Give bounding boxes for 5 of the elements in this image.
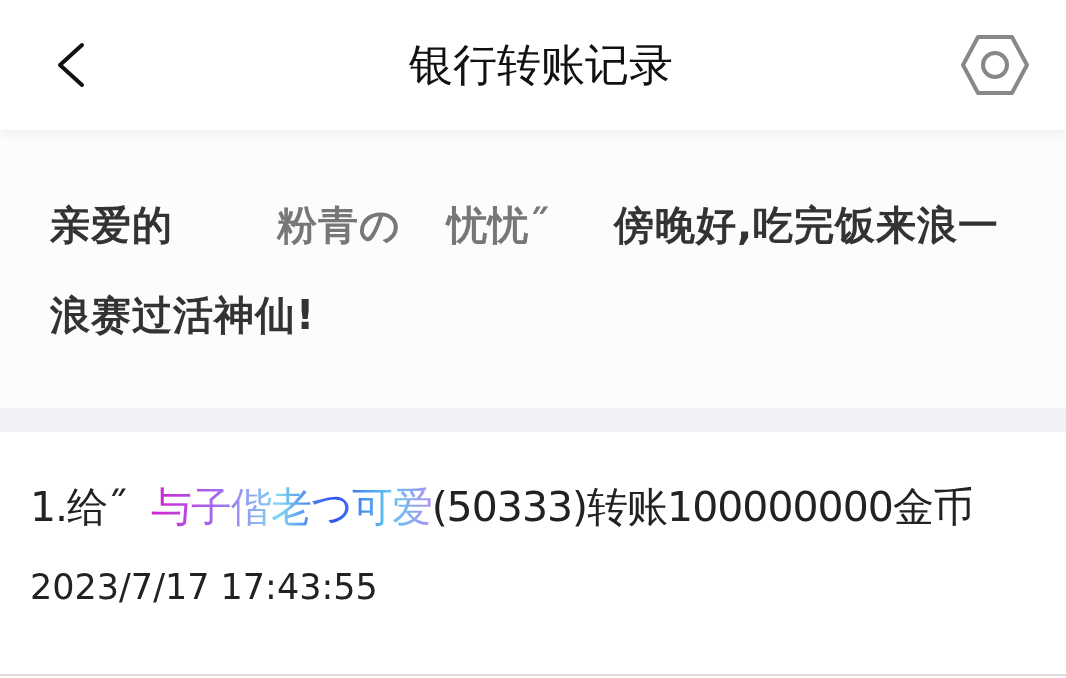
greeting-text: 亲爱的 粉青の 忧忧˝ 傍晚好,吃完饭来浪一浪赛过活神仙!: [50, 201, 1001, 340]
settings-icon: [960, 34, 1030, 96]
transfer-text: 1.给˝ 与子偕老つ可爱(50333)转账100000000金币: [30, 482, 974, 533]
transfer-time: 2023/7/17 17:43:55: [30, 566, 379, 609]
page-title: 银行转账记录: [409, 37, 673, 92]
